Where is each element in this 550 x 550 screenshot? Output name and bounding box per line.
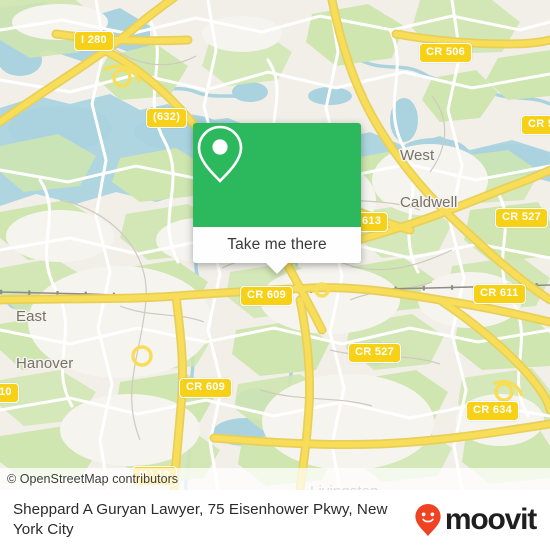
road-shield-632[interactable]: (632) (146, 108, 188, 128)
place-label-east-hanover: East Hanover (16, 307, 74, 373)
popup-card-header (193, 123, 361, 227)
place-label-west-caldwell: West Caldwell (400, 146, 458, 212)
location-title: Sheppard A Guryan Lawyer, 75 Eisenhower … (13, 500, 388, 538)
moovit-smiley-pin-icon (415, 504, 441, 536)
attribution-text[interactable]: © OpenStreetMap contributors (0, 472, 178, 486)
road-shield-10-clipped[interactable]: 10 (0, 383, 19, 403)
map-canvas[interactable]: West Caldwell East Hanover Livingston I … (0, 0, 550, 490)
road-shield-i-280[interactable]: I 280 (74, 31, 114, 51)
popup-card-pointer (266, 263, 288, 274)
road-shield-cr-527-north[interactable]: CR 527 (495, 208, 549, 228)
footer-bar: Sheppard A Guryan Lawyer, 75 Eisenhower … (0, 490, 550, 550)
take-me-there-button[interactable]: Take me there (193, 227, 361, 263)
road-shield-cr-5-clipped[interactable]: CR 5 (521, 115, 550, 135)
road-shield-cr-611[interactable]: CR 611 (473, 284, 526, 304)
road-shield-cr-527-south[interactable]: CR 527 (348, 343, 402, 363)
road-shield-cr-634[interactable]: CR 634 (466, 401, 520, 421)
moovit-wordmark: moovit (444, 503, 537, 536)
moovit-logo[interactable]: moovit (414, 503, 537, 537)
road-shield-cr-506[interactable]: CR 506 (419, 43, 473, 63)
map-attribution-bar: © OpenStreetMap contributors (0, 468, 550, 490)
map-screenshot: West Caldwell East Hanover Livingston I … (0, 0, 550, 550)
map-pin-icon (197, 125, 243, 183)
location-popup-card[interactable]: Take me there (193, 123, 361, 274)
take-me-there-label: Take me there (227, 236, 327, 253)
road-shield-cr-609-south[interactable]: CR 609 (179, 378, 233, 398)
road-shield-cr-609-north[interactable]: CR 609 (240, 286, 294, 306)
